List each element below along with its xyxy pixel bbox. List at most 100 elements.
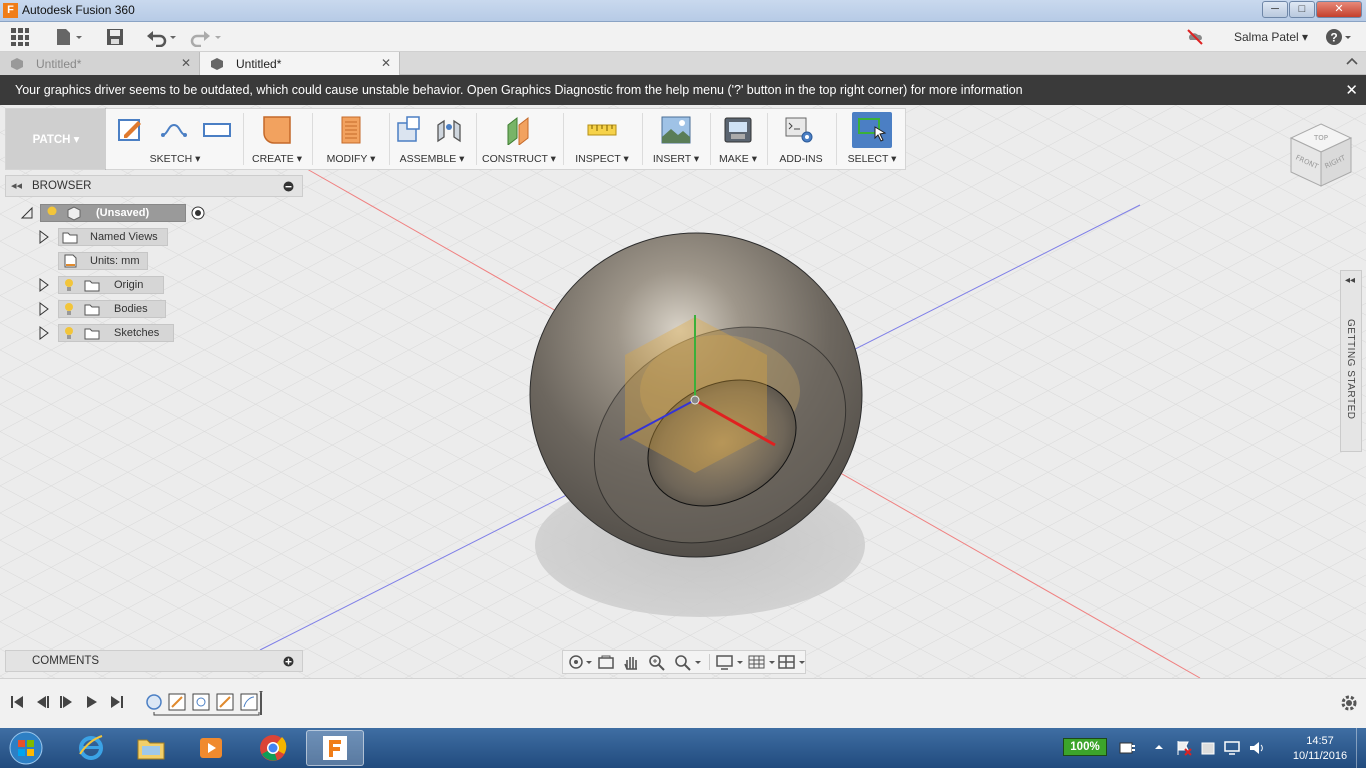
insert-image-icon[interactable] bbox=[661, 115, 691, 145]
expand-triangle-icon[interactable] bbox=[38, 230, 50, 244]
redo-icon[interactable] bbox=[188, 26, 222, 48]
view-cube[interactable]: TOP FRONT RIGHT bbox=[1288, 122, 1354, 188]
user-menu[interactable]: Salma Patel ▾ bbox=[1234, 30, 1308, 44]
expand-triangle-icon[interactable] bbox=[38, 278, 50, 292]
pan-hand-icon[interactable] bbox=[621, 653, 641, 671]
taskbar-chrome[interactable] bbox=[244, 730, 302, 766]
network-icon[interactable] bbox=[1223, 739, 1241, 757]
sketch-group[interactable]: SKETCH ▾ bbox=[110, 109, 240, 169]
play-icon[interactable] bbox=[83, 693, 101, 711]
fit-zoom-icon[interactable] bbox=[673, 653, 703, 671]
show-hidden-icons-icon[interactable] bbox=[1153, 741, 1165, 753]
browser-minus-icon[interactable] bbox=[283, 181, 294, 192]
action-center-flag-icon[interactable] bbox=[1175, 739, 1193, 757]
workspace-switcher[interactable]: PATCH ▾ bbox=[6, 109, 106, 169]
document-icon bbox=[210, 57, 224, 71]
save-icon[interactable] bbox=[105, 26, 125, 48]
timeline-settings-gear-icon[interactable] bbox=[1339, 693, 1359, 713]
expand-panel-icon[interactable]: ◂◂ bbox=[1345, 275, 1355, 286]
viewports-icon[interactable] bbox=[777, 653, 807, 671]
insert-group[interactable]: INSERT ▾ bbox=[645, 109, 707, 169]
device-icon[interactable] bbox=[1199, 739, 1217, 757]
getting-started-panel[interactable]: ◂◂ GETTING STARTED bbox=[1340, 270, 1362, 452]
help-button[interactable]: ? bbox=[1325, 26, 1355, 48]
taskbar-media-player[interactable] bbox=[182, 730, 240, 766]
select-cursor-icon[interactable] bbox=[857, 115, 887, 145]
lightbulb-icon[interactable] bbox=[62, 326, 76, 340]
taskbar-file-explorer[interactable] bbox=[122, 730, 180, 766]
modify-icon[interactable] bbox=[336, 115, 366, 145]
show-desktop-button[interactable] bbox=[1356, 728, 1366, 768]
scripts-icon[interactable] bbox=[784, 115, 814, 145]
add-comment-icon[interactable] bbox=[283, 656, 294, 667]
taskbar-fusion360[interactable] bbox=[306, 730, 364, 766]
offline-icon[interactable] bbox=[1186, 26, 1204, 48]
tree-item-origin[interactable]: Origin bbox=[38, 276, 164, 294]
window-title: Autodesk Fusion 360 bbox=[22, 3, 135, 17]
offset-plane-icon[interactable] bbox=[504, 115, 534, 145]
display-settings-icon[interactable] bbox=[715, 653, 745, 671]
tree-root-row[interactable]: (Unsaved) bbox=[20, 204, 206, 222]
create-group[interactable]: CREATE ▾ bbox=[246, 109, 308, 169]
power-plug-icon[interactable] bbox=[1117, 739, 1137, 757]
new-component-icon[interactable] bbox=[395, 115, 425, 145]
construct-group[interactable]: CONSTRUCT ▾ bbox=[479, 109, 559, 169]
file-menu-icon[interactable] bbox=[54, 26, 84, 48]
expanded-triangle-icon[interactable] bbox=[20, 206, 34, 220]
timeline-features[interactable] bbox=[144, 691, 274, 717]
tree-item-bodies[interactable]: Bodies bbox=[38, 300, 166, 318]
expand-triangle-icon[interactable] bbox=[38, 326, 50, 340]
undo-icon[interactable] bbox=[145, 26, 179, 48]
create-sketch-icon[interactable] bbox=[116, 115, 146, 145]
go-to-start-icon[interactable] bbox=[8, 693, 26, 711]
lightbulb-icon[interactable] bbox=[62, 278, 76, 292]
zoom-icon[interactable] bbox=[647, 653, 667, 671]
close-tab-icon[interactable]: ✕ bbox=[181, 56, 191, 70]
tree-item-units[interactable]: Units: mm bbox=[58, 252, 148, 270]
add-ins-group[interactable]: ADD-INS bbox=[770, 109, 832, 169]
windows-taskbar: 100% 14:57 10/11/2016 bbox=[0, 728, 1366, 768]
modify-group[interactable]: MODIFY ▾ bbox=[316, 109, 386, 169]
rectangle-icon[interactable] bbox=[202, 115, 232, 145]
minimize-button[interactable]: ─ bbox=[1262, 1, 1288, 18]
close-banner-icon[interactable]: ✕ bbox=[1345, 81, 1358, 99]
step-forward-icon[interactable] bbox=[58, 693, 76, 711]
volume-icon[interactable] bbox=[1248, 739, 1266, 757]
orbit-icon[interactable] bbox=[567, 653, 593, 671]
select-group[interactable]: SELECT ▾ bbox=[839, 109, 905, 169]
close-window-button[interactable]: ✕ bbox=[1316, 1, 1362, 18]
inspect-group[interactable]: INSPECT ▾ bbox=[566, 109, 638, 169]
insert-group-label: INSERT ▾ bbox=[652, 153, 700, 165]
expand-triangle-icon[interactable] bbox=[38, 302, 50, 316]
joint-icon[interactable] bbox=[434, 115, 464, 145]
step-back-icon[interactable] bbox=[33, 693, 51, 711]
look-at-icon[interactable] bbox=[596, 653, 616, 671]
go-to-end-icon[interactable] bbox=[108, 693, 126, 711]
battery-indicator[interactable]: 100% bbox=[1063, 738, 1107, 756]
comments-panel-header[interactable]: COMMENTS bbox=[5, 650, 303, 672]
tree-item-sketches[interactable]: Sketches bbox=[38, 324, 174, 342]
3d-print-icon[interactable] bbox=[723, 115, 753, 145]
collapse-browser-icon[interactable]: ◂◂ bbox=[11, 179, 22, 192]
tree-item-label: Origin bbox=[114, 279, 144, 291]
close-tab-icon[interactable]: ✕ bbox=[381, 56, 391, 70]
tab-untitled-2[interactable]: Untitled* ✕ bbox=[200, 52, 400, 75]
tree-item-named-views[interactable]: Named Views bbox=[38, 228, 168, 246]
system-clock[interactable]: 14:57 10/11/2016 bbox=[1290, 734, 1350, 764]
lightbulb-icon[interactable] bbox=[44, 205, 60, 221]
assemble-group[interactable]: ASSEMBLE ▾ bbox=[392, 109, 472, 169]
grid-settings-icon[interactable] bbox=[747, 653, 777, 671]
data-panel-grid-icon[interactable] bbox=[10, 26, 30, 48]
spline-icon[interactable] bbox=[159, 115, 189, 145]
patch-surface-icon[interactable] bbox=[262, 115, 292, 145]
make-group[interactable]: MAKE ▾ bbox=[713, 109, 763, 169]
measure-icon[interactable] bbox=[587, 115, 617, 145]
tab-untitled-1[interactable]: Untitled* ✕ bbox=[0, 52, 200, 75]
taskbar-internet-explorer[interactable] bbox=[62, 730, 120, 766]
activate-radio-icon[interactable] bbox=[190, 205, 206, 221]
browser-panel-header[interactable]: ◂◂ BROWSER bbox=[5, 175, 303, 197]
start-button-icon[interactable] bbox=[6, 730, 46, 766]
collapse-chevron-icon[interactable] bbox=[1346, 56, 1358, 68]
maximize-button[interactable]: □ bbox=[1289, 1, 1315, 18]
lightbulb-icon[interactable] bbox=[62, 302, 76, 316]
